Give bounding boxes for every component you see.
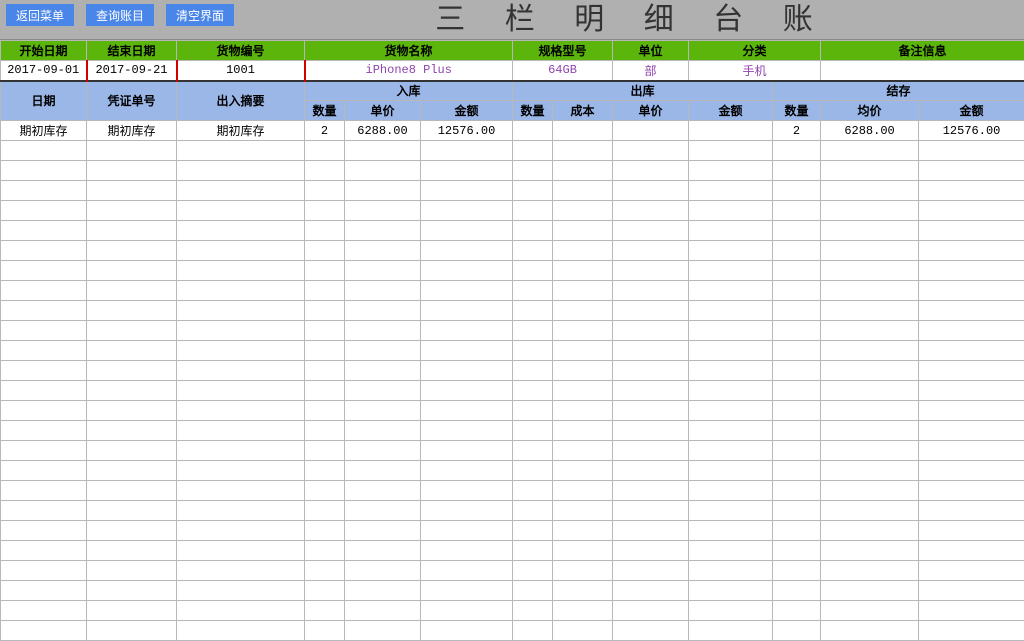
filter-header-row: 开始日期 结束日期 货物编号 货物名称 规格型号 单位 分类 备注信息 [1,41,1024,61]
empty-row [1,541,1024,561]
cell-voucher: 期初库存 [87,121,177,141]
header-start-date: 开始日期 [1,41,87,61]
empty-row [1,401,1024,421]
unit-value: 部 [613,61,689,81]
empty-row [1,501,1024,521]
col-in-amount: 金额 [421,101,513,121]
spec-value: 64GB [513,61,613,81]
col-bal-qty: 数量 [773,101,821,121]
cell-date: 期初库存 [1,121,87,141]
header-category: 分类 [689,41,821,61]
col-bal-avg-price: 均价 [821,101,919,121]
header-goods-name: 货物名称 [305,41,513,61]
empty-row [1,221,1024,241]
cell-out-qty [513,121,553,141]
col-out-cost: 成本 [553,101,613,121]
empty-row [1,181,1024,201]
toolbar-buttons: 返回菜单 查询账目 清空界面 [0,0,240,39]
ledger-table: 开始日期 结束日期 货物编号 货物名称 规格型号 单位 分类 备注信息 2017… [0,40,1024,641]
col-summary: 出入摘要 [177,81,305,121]
empty-row [1,261,1024,281]
cell-bal-avg-price: 6288.00 [821,121,919,141]
cell-summary: 期初库存 [177,121,305,141]
end-date-input[interactable]: 2017-09-21 [87,61,177,81]
col-in-qty: 数量 [305,101,345,121]
query-account-button[interactable]: 查询账目 [86,4,154,26]
cell-in-amount: 12576.00 [421,121,513,141]
cell-out-amount [689,121,773,141]
header-unit: 单位 [613,41,689,61]
empty-row [1,461,1024,481]
empty-row [1,601,1024,621]
col-in-price: 单价 [345,101,421,121]
empty-row [1,521,1024,541]
cell-out-price [613,121,689,141]
return-menu-button[interactable]: 返回菜单 [6,4,74,26]
empty-row [1,141,1024,161]
empty-row [1,441,1024,461]
header-remark: 备注信息 [821,41,1024,61]
empty-row [1,241,1024,261]
col-bal-amount: 金额 [919,101,1024,121]
category-value: 手机 [689,61,821,81]
empty-row [1,321,1024,341]
col-out-group: 出库 [513,81,773,101]
col-date: 日期 [1,81,87,121]
col-balance-group: 结存 [773,81,1024,101]
title-bar: 返回菜单 查询账目 清空界面 三 栏 明 细 台 账 [0,0,1024,40]
cell-bal-qty: 2 [773,121,821,141]
cell-in-price: 6288.00 [345,121,421,141]
empty-row [1,481,1024,501]
cell-bal-amount: 12576.00 [919,121,1024,141]
col-in-group: 入库 [305,81,513,101]
clear-screen-button[interactable]: 清空界面 [166,4,234,26]
empty-row [1,421,1024,441]
empty-row [1,381,1024,401]
cell-in-qty: 2 [305,121,345,141]
empty-row [1,161,1024,181]
empty-row [1,341,1024,361]
col-voucher: 凭证单号 [87,81,177,121]
col-out-qty: 数量 [513,101,553,121]
remark-value [821,61,1024,81]
empty-row [1,561,1024,581]
goods-name-value: iPhone8 Plus [305,61,513,81]
col-out-price: 单价 [613,101,689,121]
column-header-row1: 日期 凭证单号 出入摘要 入库 出库 结存 [1,81,1024,101]
empty-row [1,281,1024,301]
goods-code-input[interactable]: 1001 [177,61,305,81]
header-spec: 规格型号 [513,41,613,61]
empty-row [1,581,1024,601]
filter-value-row: 2017-09-01 2017-09-21 1001 iPhone8 Plus … [1,61,1024,81]
empty-row [1,201,1024,221]
header-end-date: 结束日期 [87,41,177,61]
table-row: 期初库存 期初库存 期初库存 2 6288.00 12576.00 2 6288… [1,121,1024,141]
empty-row [1,301,1024,321]
header-goods-code: 货物编号 [177,41,305,61]
page-title: 三 栏 明 细 台 账 [240,0,1024,39]
start-date-input[interactable]: 2017-09-01 [1,61,87,81]
col-out-amount: 金额 [689,101,773,121]
cell-out-cost [553,121,613,141]
empty-row [1,361,1024,381]
